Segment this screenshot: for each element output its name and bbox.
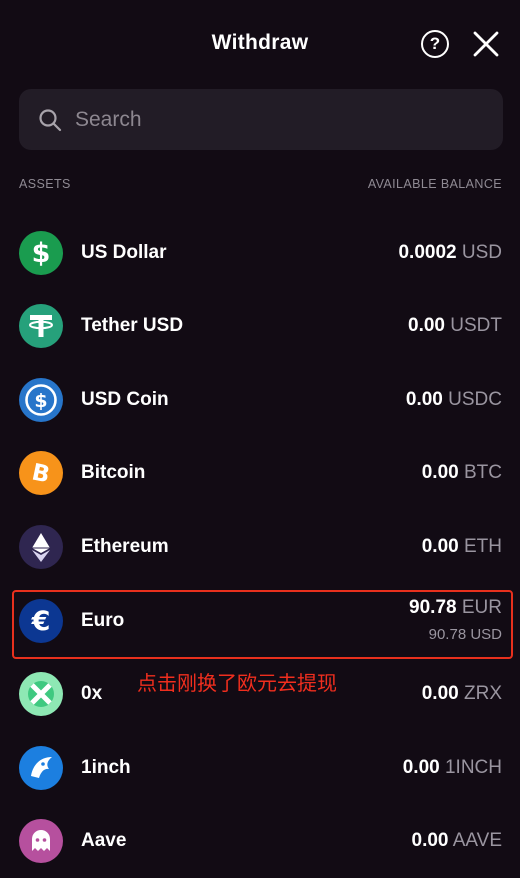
balance-unit: EUR bbox=[461, 597, 502, 618]
balance-amount: 0.00 bbox=[405, 389, 443, 410]
close-icon bbox=[473, 31, 499, 57]
bitcoin-icon: B bbox=[19, 451, 63, 495]
balance-unit: AAVE bbox=[452, 830, 502, 851]
asset-name: US Dollar bbox=[81, 242, 167, 263]
usd-icon: $ bbox=[19, 231, 63, 275]
balance-unit: BTC bbox=[464, 462, 502, 483]
balance-column-header: AVAILABLE BALANCE bbox=[367, 177, 502, 191]
aave-icon bbox=[19, 819, 63, 863]
asset-name: 0x bbox=[81, 683, 103, 704]
balance-amount: 0.00 bbox=[408, 315, 445, 336]
balance-unit: USDT bbox=[450, 315, 502, 336]
asset-name: Bitcoin bbox=[81, 462, 146, 483]
balance-unit: ETH bbox=[464, 536, 502, 557]
balance-amount: 0.00 bbox=[411, 830, 449, 851]
asset-row-usd[interactable]: $ US Dollar 0.0002 USD bbox=[0, 216, 520, 290]
balance-amount: 0.00 bbox=[421, 683, 459, 704]
asset-balance: 0.00 USDT bbox=[408, 315, 502, 337]
balance-amount: 0.00 bbox=[402, 757, 440, 778]
balance-amount: 0.0002 bbox=[398, 242, 457, 263]
asset-row-eth[interactable]: Ethereum 0.00 ETH bbox=[0, 510, 520, 584]
search-icon bbox=[39, 109, 62, 132]
svg-text:$: $ bbox=[34, 390, 47, 412]
balance-unit: USDC bbox=[448, 389, 502, 410]
balance-unit: ZRX bbox=[464, 683, 502, 704]
asset-balance: 0.00 ZRX bbox=[422, 683, 502, 705]
search-box[interactable] bbox=[19, 89, 503, 150]
asset-name: Tether USD bbox=[81, 315, 184, 336]
balance-unit: USD bbox=[461, 242, 502, 263]
asset-balance: 90.78 EUR 90.78 USD bbox=[409, 597, 502, 643]
asset-balance: 0.00 1INCH bbox=[403, 757, 502, 779]
1inch-icon bbox=[19, 746, 63, 790]
ethereum-icon bbox=[19, 525, 63, 569]
zrx-icon bbox=[19, 672, 63, 716]
svg-text:€: € bbox=[31, 606, 51, 637]
close-button[interactable] bbox=[472, 30, 500, 58]
asset-name: 1inch bbox=[81, 757, 131, 778]
usdc-icon: $ bbox=[19, 378, 63, 422]
asset-name: Ethereum bbox=[81, 536, 169, 557]
assets-column-header: ASSETS bbox=[19, 177, 71, 191]
search-input[interactable] bbox=[75, 89, 475, 150]
balance-amount: 90.78 bbox=[409, 597, 457, 618]
asset-balance: 0.0002 USD bbox=[398, 242, 502, 264]
asset-row-usdt[interactable]: Tether USD 0.00 USDT bbox=[0, 289, 520, 363]
svg-text:$: $ bbox=[32, 238, 51, 269]
asset-name: Euro bbox=[81, 610, 125, 631]
balance-unit: 1INCH bbox=[444, 757, 502, 778]
balance-amount: 0.00 bbox=[421, 536, 459, 557]
asset-row-btc[interactable]: B Bitcoin 0.00 BTC bbox=[0, 436, 520, 510]
tether-icon bbox=[19, 304, 63, 348]
balance-usd-equivalent: 90.78 USD bbox=[428, 626, 502, 643]
asset-balance: 0.00 ETH bbox=[422, 536, 502, 558]
asset-balance: 0.00 AAVE bbox=[412, 830, 503, 852]
asset-name: USD Coin bbox=[81, 389, 169, 410]
balance-amount: 0.00 bbox=[421, 462, 459, 483]
asset-balance: 0.00 USDC bbox=[406, 389, 502, 411]
asset-name: Aave bbox=[81, 830, 127, 851]
help-button[interactable]: ? bbox=[421, 30, 449, 58]
asset-row-usdc[interactable]: $ USD Coin 0.00 USDC bbox=[0, 363, 520, 437]
asset-row-zrx[interactable]: 0x 0.00 ZRX bbox=[0, 657, 520, 731]
asset-row-1inch[interactable]: 1inch 0.00 1INCH bbox=[0, 731, 520, 805]
euro-icon: € bbox=[19, 599, 63, 643]
asset-balance: 0.00 BTC bbox=[422, 462, 502, 484]
header: Withdraw ? bbox=[0, 0, 520, 88]
